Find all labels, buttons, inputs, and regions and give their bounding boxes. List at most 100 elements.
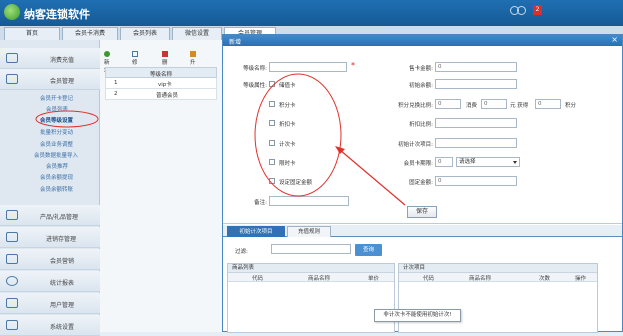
consume-label: 消费 bbox=[466, 103, 478, 109]
yuan-get-label: 元 获得 bbox=[510, 103, 529, 109]
note-input[interactable] bbox=[269, 196, 349, 206]
inventory-icon bbox=[6, 232, 18, 242]
discount-ratio-label: 折扣比例: bbox=[409, 122, 433, 128]
fixed-amount-checkbox[interactable] bbox=[269, 178, 275, 184]
tab-member-list[interactable]: 会员列表 bbox=[120, 27, 170, 40]
tab-recharge-rules[interactable]: 充值规则 bbox=[287, 226, 331, 237]
col-product-name: 商品名称 bbox=[308, 276, 331, 282]
dialog-title: 新增 bbox=[229, 39, 242, 46]
query-button[interactable]: 查询 bbox=[355, 244, 382, 256]
sidebar-item-batch-import[interactable]: 会员数据批量导入 bbox=[34, 151, 78, 159]
consume-input[interactable]: 0 bbox=[481, 99, 507, 109]
sidebar-group-label: 产品/礼品管理 bbox=[40, 214, 79, 221]
save-button[interactable]: 保存 bbox=[407, 206, 437, 218]
sidebar-item-transfer[interactable]: 会员余额转账 bbox=[40, 185, 73, 193]
tab-home[interactable]: 首页 bbox=[4, 27, 60, 40]
table-row[interactable]: 2 普通会员 bbox=[105, 89, 217, 100]
sidebar-group-users[interactable]: 用户管理 bbox=[0, 293, 100, 314]
discount-card-label: 折扣卡 bbox=[279, 122, 296, 128]
sidebar-group-label: 会员营销 bbox=[50, 258, 75, 265]
sidebar-group-label: 进销存管理 bbox=[46, 236, 77, 243]
sidebar-item-batch-points[interactable]: 批量积分变动 bbox=[40, 128, 73, 136]
column-level-name: 等级名称 bbox=[150, 72, 173, 78]
consume-icon bbox=[6, 53, 18, 63]
time-limit-card-label: 限时卡 bbox=[279, 161, 296, 167]
card-amount-label: 售卡金额: bbox=[409, 66, 433, 72]
product-list-panel: 商品列表 代码 商品名称 单价 bbox=[227, 263, 395, 333]
sidebar-group-reports[interactable]: 统计报表 bbox=[0, 271, 100, 292]
stored-value-checkbox[interactable] bbox=[269, 81, 275, 87]
sidebar-group-product[interactable]: 产品/礼品管理 bbox=[0, 205, 100, 226]
chevron-down-icon bbox=[513, 161, 517, 164]
upgrade-icon bbox=[190, 51, 196, 57]
product-icon bbox=[6, 210, 18, 220]
stored-value-label: 储值卡 bbox=[279, 83, 296, 89]
init-balance-input[interactable] bbox=[435, 79, 517, 89]
fixed-amount-input[interactable]: 0 bbox=[435, 176, 517, 186]
sidebar-group-settings[interactable]: 系统设置 bbox=[0, 315, 100, 336]
settings-icon bbox=[6, 320, 18, 330]
edit-icon bbox=[132, 51, 138, 57]
sidebar-group-marketing[interactable]: 会员营销 bbox=[0, 249, 100, 270]
row-level-name: vip卡 bbox=[158, 82, 172, 88]
required-mark: * bbox=[351, 61, 355, 70]
add-icon bbox=[104, 51, 110, 57]
tab-wechat-settings[interactable]: 微信设置 bbox=[172, 27, 222, 40]
chart-icon bbox=[6, 298, 18, 308]
sidebar-item-recommend[interactable]: 会员推荐 bbox=[46, 162, 68, 170]
count-card-label: 计次卡 bbox=[279, 142, 296, 148]
warning-toast: 非计次卡不能使用初始计次! bbox=[374, 309, 461, 322]
count-items-panel: 计次项目 代码 商品名称 次数 操作 bbox=[398, 263, 598, 333]
tab-init-count[interactable]: 初始计次项目 bbox=[227, 226, 285, 237]
col-code: 代码 bbox=[252, 276, 264, 282]
filter-input[interactable] bbox=[271, 244, 351, 254]
points-unit-label: 积分 bbox=[565, 103, 577, 109]
card-amount-input[interactable]: 0 bbox=[435, 62, 517, 72]
sidebar-group-consume[interactable]: 消费充值 bbox=[0, 48, 100, 69]
sidebar-group-inventory[interactable]: 进销存管理 bbox=[0, 227, 100, 248]
discount-ratio-input[interactable] bbox=[435, 118, 517, 128]
level-name-input[interactable] bbox=[269, 62, 347, 72]
sidebar-group-label: 系统设置 bbox=[50, 324, 75, 331]
count-card-checkbox[interactable] bbox=[269, 140, 275, 146]
sidebar-group-label: 统计报表 bbox=[50, 280, 75, 287]
col-count: 次数 bbox=[539, 276, 551, 282]
time-limit-card-checkbox[interactable] bbox=[269, 159, 275, 165]
sidebar-item-open-card[interactable]: 会员开卡登记 bbox=[40, 94, 73, 102]
notification-badge[interactable]: 2 bbox=[533, 5, 542, 15]
list-header: 等级名称 bbox=[105, 67, 217, 78]
init-balance-label: 初始余额: bbox=[409, 83, 433, 89]
points-ratio-input[interactable]: 0 bbox=[435, 99, 461, 109]
col-action: 操作 bbox=[575, 276, 587, 282]
tab-card-consume[interactable]: 会员卡消费 bbox=[62, 27, 118, 40]
globe-icon bbox=[6, 276, 18, 286]
sidebar-item-business-adjust[interactable]: 会员业务调整 bbox=[40, 140, 73, 148]
sidebar-group-member[interactable]: 会员管理 bbox=[0, 69, 100, 90]
init-count-label: 初始计次项目: bbox=[398, 142, 433, 148]
sidebar-item-withdraw[interactable]: 会员余额提现 bbox=[40, 173, 73, 181]
row-number: 2 bbox=[114, 91, 118, 97]
close-icon[interactable]: × bbox=[611, 36, 618, 44]
row-number: 1 bbox=[114, 80, 118, 86]
table-row[interactable]: 1 vip卡 bbox=[105, 78, 217, 89]
app-title: 纳客连锁软件 bbox=[24, 8, 90, 21]
expire-input[interactable]: 0 bbox=[435, 157, 453, 167]
sidebar-item-level-settings[interactable]: 会员等级设置 bbox=[40, 116, 73, 124]
header-bar: 纳客连锁软件 2 bbox=[0, 0, 623, 26]
panel-title: 计次项目 bbox=[399, 264, 597, 273]
init-count-input[interactable] bbox=[435, 138, 517, 148]
member-icon bbox=[6, 74, 18, 84]
points-card-checkbox[interactable] bbox=[269, 101, 275, 107]
expire-label: 会员卡期限: bbox=[403, 161, 433, 167]
get-points-input[interactable]: 0 bbox=[535, 99, 561, 109]
filter-label: 过滤: bbox=[235, 249, 248, 255]
discount-card-checkbox[interactable] bbox=[269, 120, 275, 126]
delete-icon bbox=[162, 51, 168, 57]
users-icon[interactable] bbox=[517, 6, 526, 15]
row-level-name: 普通会员 bbox=[156, 93, 179, 99]
sidebar-item-member-list[interactable]: 会员列表 bbox=[46, 105, 68, 113]
expire-unit-select[interactable]: 请选择 bbox=[456, 157, 520, 167]
panel-header: 代码 商品名称 单价 bbox=[228, 273, 394, 282]
sidebar: 消费充值 会员管理 会员开卡登记 会员列表 会员等级设置 批量积分变动 会员业务… bbox=[0, 40, 100, 336]
col-code: 代码 bbox=[423, 276, 435, 282]
